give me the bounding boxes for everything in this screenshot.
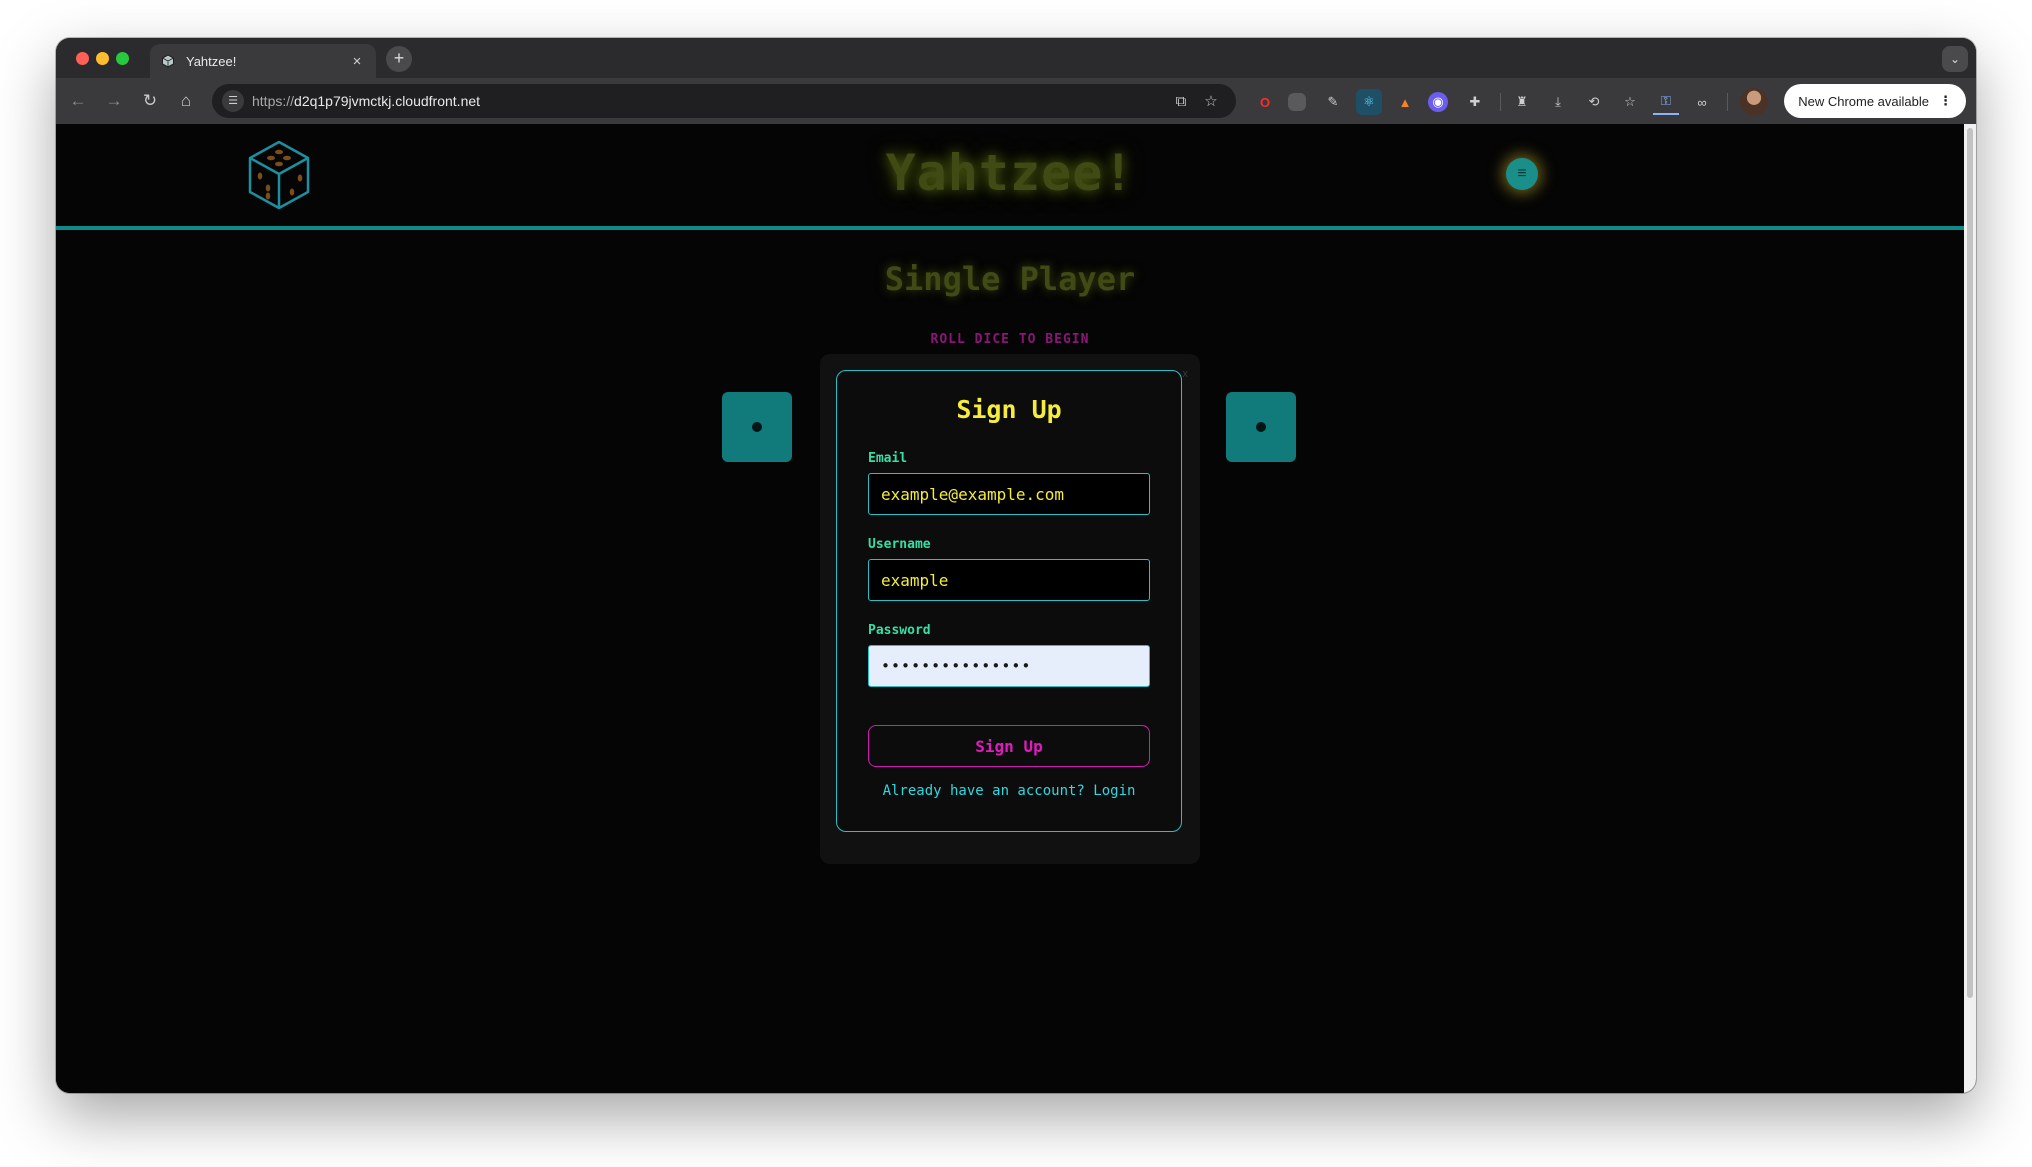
react-extension-icon[interactable]: ⚛ (1356, 89, 1382, 115)
site-header: Yahtzee! ≡ (56, 124, 1964, 230)
tab-title: Yahtzee! (186, 53, 237, 69)
opera-extension-icon[interactable]: O (1252, 89, 1278, 115)
back-icon[interactable]: ← (64, 87, 92, 115)
page-scrollbar[interactable] (1964, 124, 1976, 1093)
toolbar-divider (1500, 93, 1501, 111)
incognito-icon[interactable]: ♜ (1509, 89, 1535, 115)
tab-yahtzee[interactable]: Yahtzee! × (150, 44, 376, 78)
browser-window: Yahtzee! × + ⌄ ← → ↻ ⌂ ☰ https://d2q1p79… (56, 38, 1976, 1093)
download-icon[interactable]: ⤓ (1545, 89, 1571, 115)
eyedropper-extension-icon[interactable]: ✎ (1320, 89, 1346, 115)
roll-dice-hint: ROLL DICE TO BEGIN (930, 332, 1090, 347)
email-label: Email (868, 451, 908, 466)
puzzle-extensions-icon[interactable]: ✚ (1462, 89, 1488, 115)
browser-toolbar: ← → ↻ ⌂ ☰ https://d2q1p79jvmctkj.cloudfr… (56, 78, 1976, 124)
extensions-row: O ✎ ⚛ ▲ ◉ ✚ ♜ ⤓ ⟲ ☆ ⚿ ∞ (1252, 88, 1768, 116)
tab-close-icon[interactable]: × (348, 53, 366, 70)
die-1[interactable] (722, 392, 792, 462)
dice-favicon-icon (160, 53, 176, 69)
more-menu-icon[interactable]: ⋮ (1939, 93, 1952, 109)
update-label: New Chrome available (1798, 93, 1929, 109)
link-icon[interactable]: ∞ (1689, 89, 1715, 115)
signup-submit-button[interactable]: Sign Up (868, 725, 1150, 767)
die-pip (752, 422, 762, 432)
modal-close-icon[interactable]: x (1183, 368, 1189, 380)
username-label: Username (868, 537, 931, 552)
minimize-window-button[interactable] (96, 52, 109, 65)
close-window-button[interactable] (76, 52, 89, 65)
die-2[interactable] (1226, 392, 1296, 462)
profile-avatar[interactable] (1740, 88, 1768, 116)
die-pip (1256, 422, 1266, 432)
window-extension-icon[interactable] (1288, 93, 1306, 111)
username-field[interactable] (868, 559, 1150, 601)
metamask-extension-icon[interactable]: ▲ (1392, 89, 1418, 115)
address-bar[interactable]: ☰ https://d2q1p79jvmctkj.cloudfront.net … (212, 84, 1236, 118)
tab-bar: Yahtzee! × + ⌄ (56, 38, 1976, 78)
home-icon[interactable]: ⌂ (172, 87, 200, 115)
new-tab-button[interactable]: + (386, 46, 412, 72)
maximize-window-button[interactable] (116, 52, 129, 65)
password-key-icon[interactable]: ⚿ (1653, 89, 1679, 115)
toolbar-divider (1727, 93, 1728, 111)
scrollbar-thumb[interactable] (1967, 128, 1973, 998)
password-field[interactable] (868, 645, 1150, 687)
email-field[interactable] (868, 473, 1150, 515)
reload-icon[interactable]: ↻ (136, 87, 164, 115)
signup-modal: x Sign Up Email Username Password Sign U… (820, 354, 1200, 864)
hamburger-menu-icon[interactable]: ≡ (1506, 158, 1538, 190)
login-link[interactable]: Already have an account? Login (837, 783, 1181, 799)
forward-icon[interactable]: → (100, 87, 128, 115)
history-icon[interactable]: ⟲ (1581, 89, 1607, 115)
signup-form: Sign Up Email Username Password Sign Up … (836, 370, 1182, 832)
page-content: Yahtzee! ≡ Single Player ROLL DICE TO BE… (56, 124, 1964, 1093)
bookmark-star-icon[interactable]: ☆ (1196, 92, 1226, 110)
install-app-icon[interactable]: ⧉ (1166, 93, 1196, 110)
bookmarks-icon[interactable]: ☆ (1617, 89, 1643, 115)
site-title: Yahtzee! (885, 144, 1135, 202)
url-text: https://d2q1p79jvmctkj.cloudfront.net (252, 93, 481, 109)
tab-search-button[interactable]: ⌄ (1942, 46, 1968, 72)
game-mode-title: Single Player (884, 260, 1136, 298)
password-label: Password (868, 623, 931, 638)
signup-title: Sign Up (956, 395, 1062, 424)
blue-extension-icon[interactable]: ◉ (1428, 92, 1448, 112)
site-settings-icon[interactable]: ☰ (222, 90, 244, 112)
chrome-update-button[interactable]: New Chrome available ⋮ (1784, 84, 1966, 118)
